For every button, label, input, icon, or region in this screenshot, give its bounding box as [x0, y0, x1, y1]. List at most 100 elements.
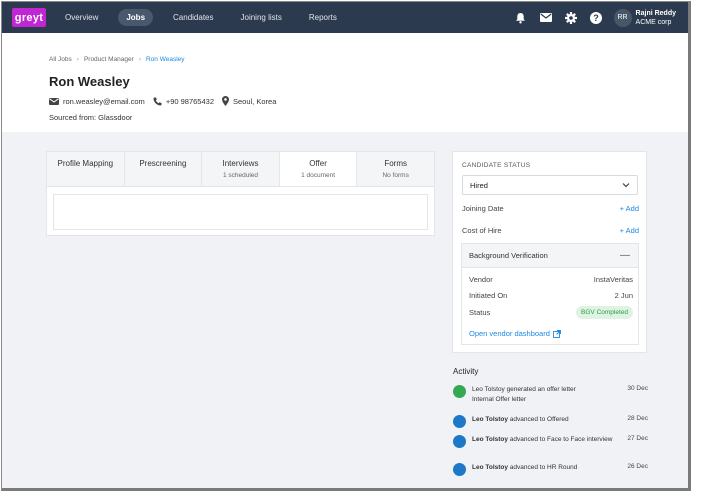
contact-info: ron.weasley@email.com +90 98765432 Seoul…: [49, 96, 284, 106]
chevron-down-icon: [622, 183, 630, 188]
tab-interviews[interactable]: Interviews 1 scheduled: [202, 152, 280, 186]
mail-icon[interactable]: [539, 11, 553, 25]
greyt-logo[interactable]: greyt: [12, 8, 46, 27]
vendor-link-label: Open vendor dashboard: [469, 329, 550, 338]
candidate-phone: +90 98765432: [165, 96, 214, 106]
tab-label: Forms: [384, 159, 407, 168]
activity-dot-blue: [453, 435, 466, 448]
top-icons: ? RR Rajni Reddy ACME corp: [514, 2, 688, 33]
open-vendor-dashboard-link[interactable]: Open vendor dashboard: [469, 329, 561, 338]
bgv-vendor-label: Vendor: [469, 275, 493, 284]
activity-action: generated an offer letter: [504, 386, 576, 393]
status-badge: BGV Completed: [576, 306, 633, 319]
tab-profile-mapping[interactable]: Profile Mapping: [47, 152, 125, 186]
candidate-location: Seoul, Korea: [233, 96, 277, 106]
tab-label: Offer: [309, 159, 327, 168]
nav-joining-lists[interactable]: Joining lists: [234, 9, 289, 26]
activity-dot-green: [453, 385, 466, 398]
bgv-vendor-row: Vendor InstaVeritas: [469, 275, 633, 284]
activity-title: Activity: [453, 367, 479, 376]
activity-detail: Internal Offer letter: [472, 396, 527, 403]
tab-sublabel: 1 scheduled: [222, 172, 259, 179]
activity-action: advanced to Offered: [508, 416, 569, 423]
status-select[interactable]: Hired: [462, 175, 638, 195]
user-name: Rajni Reddy: [635, 9, 676, 17]
top-navbar: greyt Overview Jobs Candidates Joining l…: [2, 2, 688, 33]
activity-action: advanced to HR Round: [508, 464, 578, 471]
activity-date: 30 Dec: [627, 385, 648, 392]
tab-content: [53, 194, 428, 230]
breadcrumb-all-jobs[interactable]: All Jobs: [49, 56, 72, 63]
tab-offer[interactable]: Offer 1 document: [279, 152, 358, 186]
joining-date-row: Joining Date + Add: [462, 204, 639, 213]
bgv-title: Background Verification: [469, 251, 548, 260]
collapse-icon[interactable]: —: [620, 250, 630, 261]
main-nav: Overview Jobs Candidates Joining lists R…: [58, 9, 357, 26]
bgv-initiated-label: Initiated On: [469, 291, 508, 300]
activity-date: 28 Dec: [627, 415, 648, 422]
activity-text: Leo Tolstoy advanced to Face to Face int…: [472, 435, 622, 445]
bgv-header[interactable]: Background Verification —: [462, 244, 638, 268]
gear-icon[interactable]: [564, 11, 578, 25]
external-link-icon: [552, 329, 561, 338]
activity-date: 27 Dec: [627, 435, 648, 442]
app-window: greyt Overview Jobs Candidates Joining l…: [1, 1, 691, 491]
activity-text: Leo Tolstoy generated an offer letter In…: [472, 385, 612, 405]
add-cost-of-hire-button[interactable]: + Add: [620, 226, 639, 235]
bgv-initiated-value: 2 Jun: [614, 291, 633, 300]
status-title: CANDIDATE STATUS: [462, 162, 531, 169]
activity-text: Leo Tolstoy advanced to Offered: [472, 415, 612, 425]
activity-action: advanced to Face to Face interview: [508, 436, 613, 443]
nav-overview[interactable]: Overview: [58, 9, 105, 26]
activity-dot-blue: [453, 463, 466, 476]
activity-actor: Leo Tolstoy: [472, 386, 505, 393]
nav-candidates[interactable]: Candidates: [166, 9, 220, 26]
help-icon[interactable]: ?: [589, 11, 603, 25]
breadcrumb: All Jobs › Product Manager › Ron Weasley: [49, 56, 185, 63]
activity-actor: Leo Tolstoy: [472, 464, 508, 471]
candidate-status-card: CANDIDATE STATUS Hired Joining Date + Ad…: [452, 151, 647, 353]
bgv-initiated-row: Initiated On 2 Jun: [469, 291, 633, 300]
candidate-email[interactable]: ron.weasley@email.com: [63, 97, 145, 106]
activity-date: 26 Dec: [627, 463, 648, 470]
candidate-header: All Jobs › Product Manager › Ron Weasley…: [2, 33, 688, 132]
breadcrumb-current: Ron Weasley: [145, 56, 185, 63]
location-pin-icon: [222, 96, 229, 106]
tab-prescreening[interactable]: Prescreening: [125, 152, 203, 186]
avatar[interactable]: RR: [613, 8, 632, 27]
bgv-status-row: Status BGV Completed: [469, 306, 633, 319]
cost-of-hire-label: Cost of Hire: [462, 226, 502, 235]
status-selected-value: Hired: [470, 180, 488, 190]
tab-forms[interactable]: Forms No forms: [357, 152, 434, 186]
add-joining-date-button[interactable]: + Add: [620, 204, 639, 213]
activity-text: Leo Tolstoy advanced to HR Round: [472, 463, 612, 473]
mail-icon: [49, 97, 59, 105]
breadcrumb-job[interactable]: Product Manager: [84, 56, 134, 63]
activity-dot-blue: [453, 415, 466, 428]
tab-label: Prescreening: [139, 159, 187, 168]
activity-actor: Leo Tolstoy: [472, 416, 508, 423]
tab-sublabel: No forms: [382, 172, 409, 179]
background-verification-panel: Background Verification — Vendor InstaVe…: [461, 243, 639, 345]
tab-label: Interviews: [222, 159, 259, 168]
page-title: Ron Weasley: [49, 74, 130, 89]
tab-label: Profile Mapping: [57, 159, 114, 168]
user-company: ACME corp: [635, 18, 672, 26]
phone-icon: [153, 97, 162, 105]
tab-bar: Profile Mapping Prescreening Interviews …: [47, 152, 434, 187]
candidate-source: Sourced from: Glassdoor: [49, 113, 133, 122]
bgv-status-label: Status: [469, 308, 491, 317]
bgv-vendor-value: InstaVeritas: [593, 275, 633, 284]
joining-date-label: Joining Date: [462, 204, 504, 213]
bell-icon[interactable]: [514, 11, 528, 25]
tab-sublabel: 1 document: [301, 172, 336, 179]
candidate-tabs-card: Profile Mapping Prescreening Interviews …: [46, 151, 435, 236]
nav-jobs[interactable]: Jobs: [118, 9, 154, 26]
user-info[interactable]: Rajni Reddy ACME corp: [636, 9, 676, 27]
nav-reports[interactable]: Reports: [302, 9, 344, 26]
cost-of-hire-row: Cost of Hire + Add: [462, 226, 639, 235]
chevron-right-icon: ›: [76, 56, 79, 63]
activity-actor: Leo Tolstoy: [472, 436, 508, 443]
svg-text:?: ?: [593, 13, 599, 23]
chevron-right-icon: ›: [138, 56, 141, 63]
